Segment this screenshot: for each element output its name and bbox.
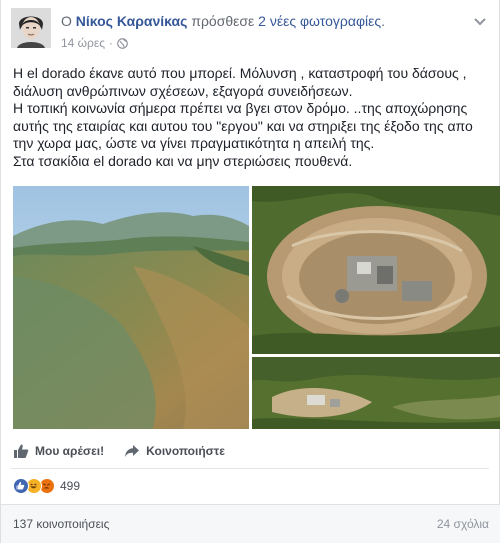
header-action: πρόσθεσε (191, 13, 255, 29)
share-arrow-icon (124, 443, 140, 459)
action-bar: Μου αρέσει! Κοινοποιήστε (13, 438, 489, 464)
post-line-1: Η el dorado έκανε αυτό που μπορεί. Μόλυν… (13, 65, 467, 99)
post-text: Η el dorado έκανε αυτό που μπορεί. Μόλυν… (13, 65, 491, 171)
header-prefix: Ο (61, 13, 72, 29)
post-card: Ο Νίκος Καρανίκας πρόσθεσε 2 νέες φωτογρ… (0, 0, 500, 543)
photo-lake[interactable] (13, 186, 249, 429)
like-reaction-icon (13, 478, 29, 494)
share-button[interactable]: Κοινοποιήστε (124, 443, 225, 459)
post-footer: 137 κοινοποιήσεις 24 σχόλια (1, 504, 500, 543)
globe-icon[interactable] (117, 37, 128, 49)
like-label: Μου αρέσει! (35, 444, 105, 458)
post-header: Ο Νίκος Καρανίκας πρόσθεσε 2 νέες φωτογρ… (11, 8, 491, 52)
post-line-2: Η τοπική κοινωνία σήμερα πρέπει να βγει … (13, 100, 473, 152)
reactions-summary[interactable]: 499 (13, 476, 80, 496)
reaction-count[interactable]: 499 (60, 479, 80, 493)
photo-site-valley[interactable] (252, 357, 500, 429)
photo-mine-aerial[interactable] (252, 186, 500, 354)
meta-separator: · (109, 36, 114, 50)
post-meta: 14 ώρες · (61, 36, 128, 50)
avatar[interactable] (11, 8, 51, 48)
divider (11, 468, 489, 469)
chevron-down-icon[interactable] (473, 14, 487, 26)
comments-count[interactable]: 24 σχόλια (437, 517, 489, 531)
share-label: Κοινοποιήστε (146, 444, 225, 458)
post-line-3: Στα τσακίδια el dorado και να μην στεριώ… (13, 152, 353, 169)
timestamp[interactable]: 14 ώρες (61, 36, 105, 50)
photos-link[interactable]: 2 νέες φωτογραφίες (258, 13, 381, 29)
header-line: Ο Νίκος Καρανίκας πρόσθεσε 2 νέες φωτογρ… (61, 13, 385, 29)
header-suffix: . (381, 13, 386, 29)
photo-grid (1, 186, 500, 430)
shares-count[interactable]: 137 κοινοποιήσεις (13, 517, 109, 531)
like-button[interactable]: Μου αρέσει! (13, 443, 104, 459)
thumbs-up-icon (13, 443, 29, 459)
author-link[interactable]: Νίκος Καρανίκας (76, 13, 188, 29)
